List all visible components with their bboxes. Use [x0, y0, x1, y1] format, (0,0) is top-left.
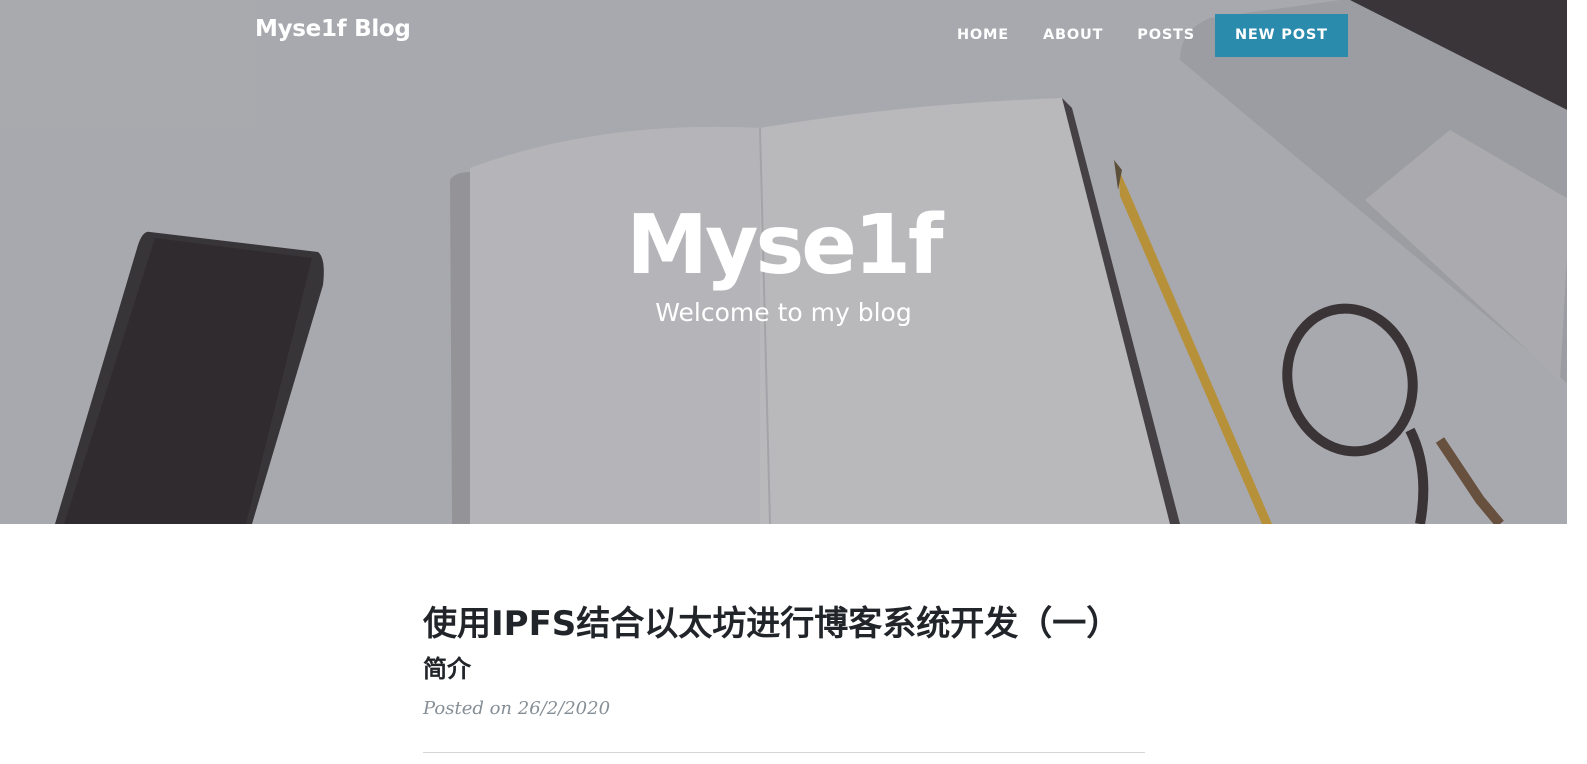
post-divider	[423, 752, 1145, 753]
masthead: Myse1f Blog HOME ABOUT POSTS NEW POST My…	[0, 0, 1587, 524]
post-meta: Posted on 26/2/2020	[423, 698, 611, 719]
site-heading: Myse1f	[626, 198, 943, 293]
post-link[interactable]: 使用IPFS结合以太坊进行博客系统开发（一） 简介	[423, 598, 1145, 687]
post-subtitle[interactable]: 简介	[423, 651, 1145, 687]
new-post-button[interactable]: NEW POST	[1215, 14, 1348, 57]
nav-about[interactable]: ABOUT	[1026, 14, 1120, 57]
post-preview: 使用IPFS结合以太坊进行博客系统开发（一） 简介 Posted on 26/2…	[423, 598, 1145, 722]
brand-link[interactable]: Myse1f Blog	[255, 16, 411, 42]
nav-home[interactable]: HOME	[940, 14, 1026, 57]
site-subheading: Welcome to my blog	[655, 298, 912, 327]
nav-posts[interactable]: POSTS	[1120, 14, 1212, 57]
scrollbar-track[interactable]	[1567, 0, 1587, 764]
main-nav: HOME ABOUT POSTS NEW POST	[940, 14, 1348, 57]
post-title[interactable]: 使用IPFS结合以太坊进行博客系统开发（一）	[423, 598, 1145, 650]
